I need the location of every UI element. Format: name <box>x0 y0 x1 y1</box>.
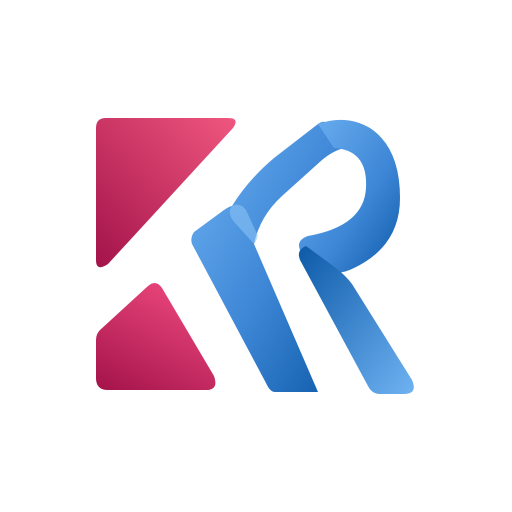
kr-logo <box>96 118 414 394</box>
k-lower-shape <box>96 282 216 390</box>
r-leg-ribbon <box>298 246 414 394</box>
